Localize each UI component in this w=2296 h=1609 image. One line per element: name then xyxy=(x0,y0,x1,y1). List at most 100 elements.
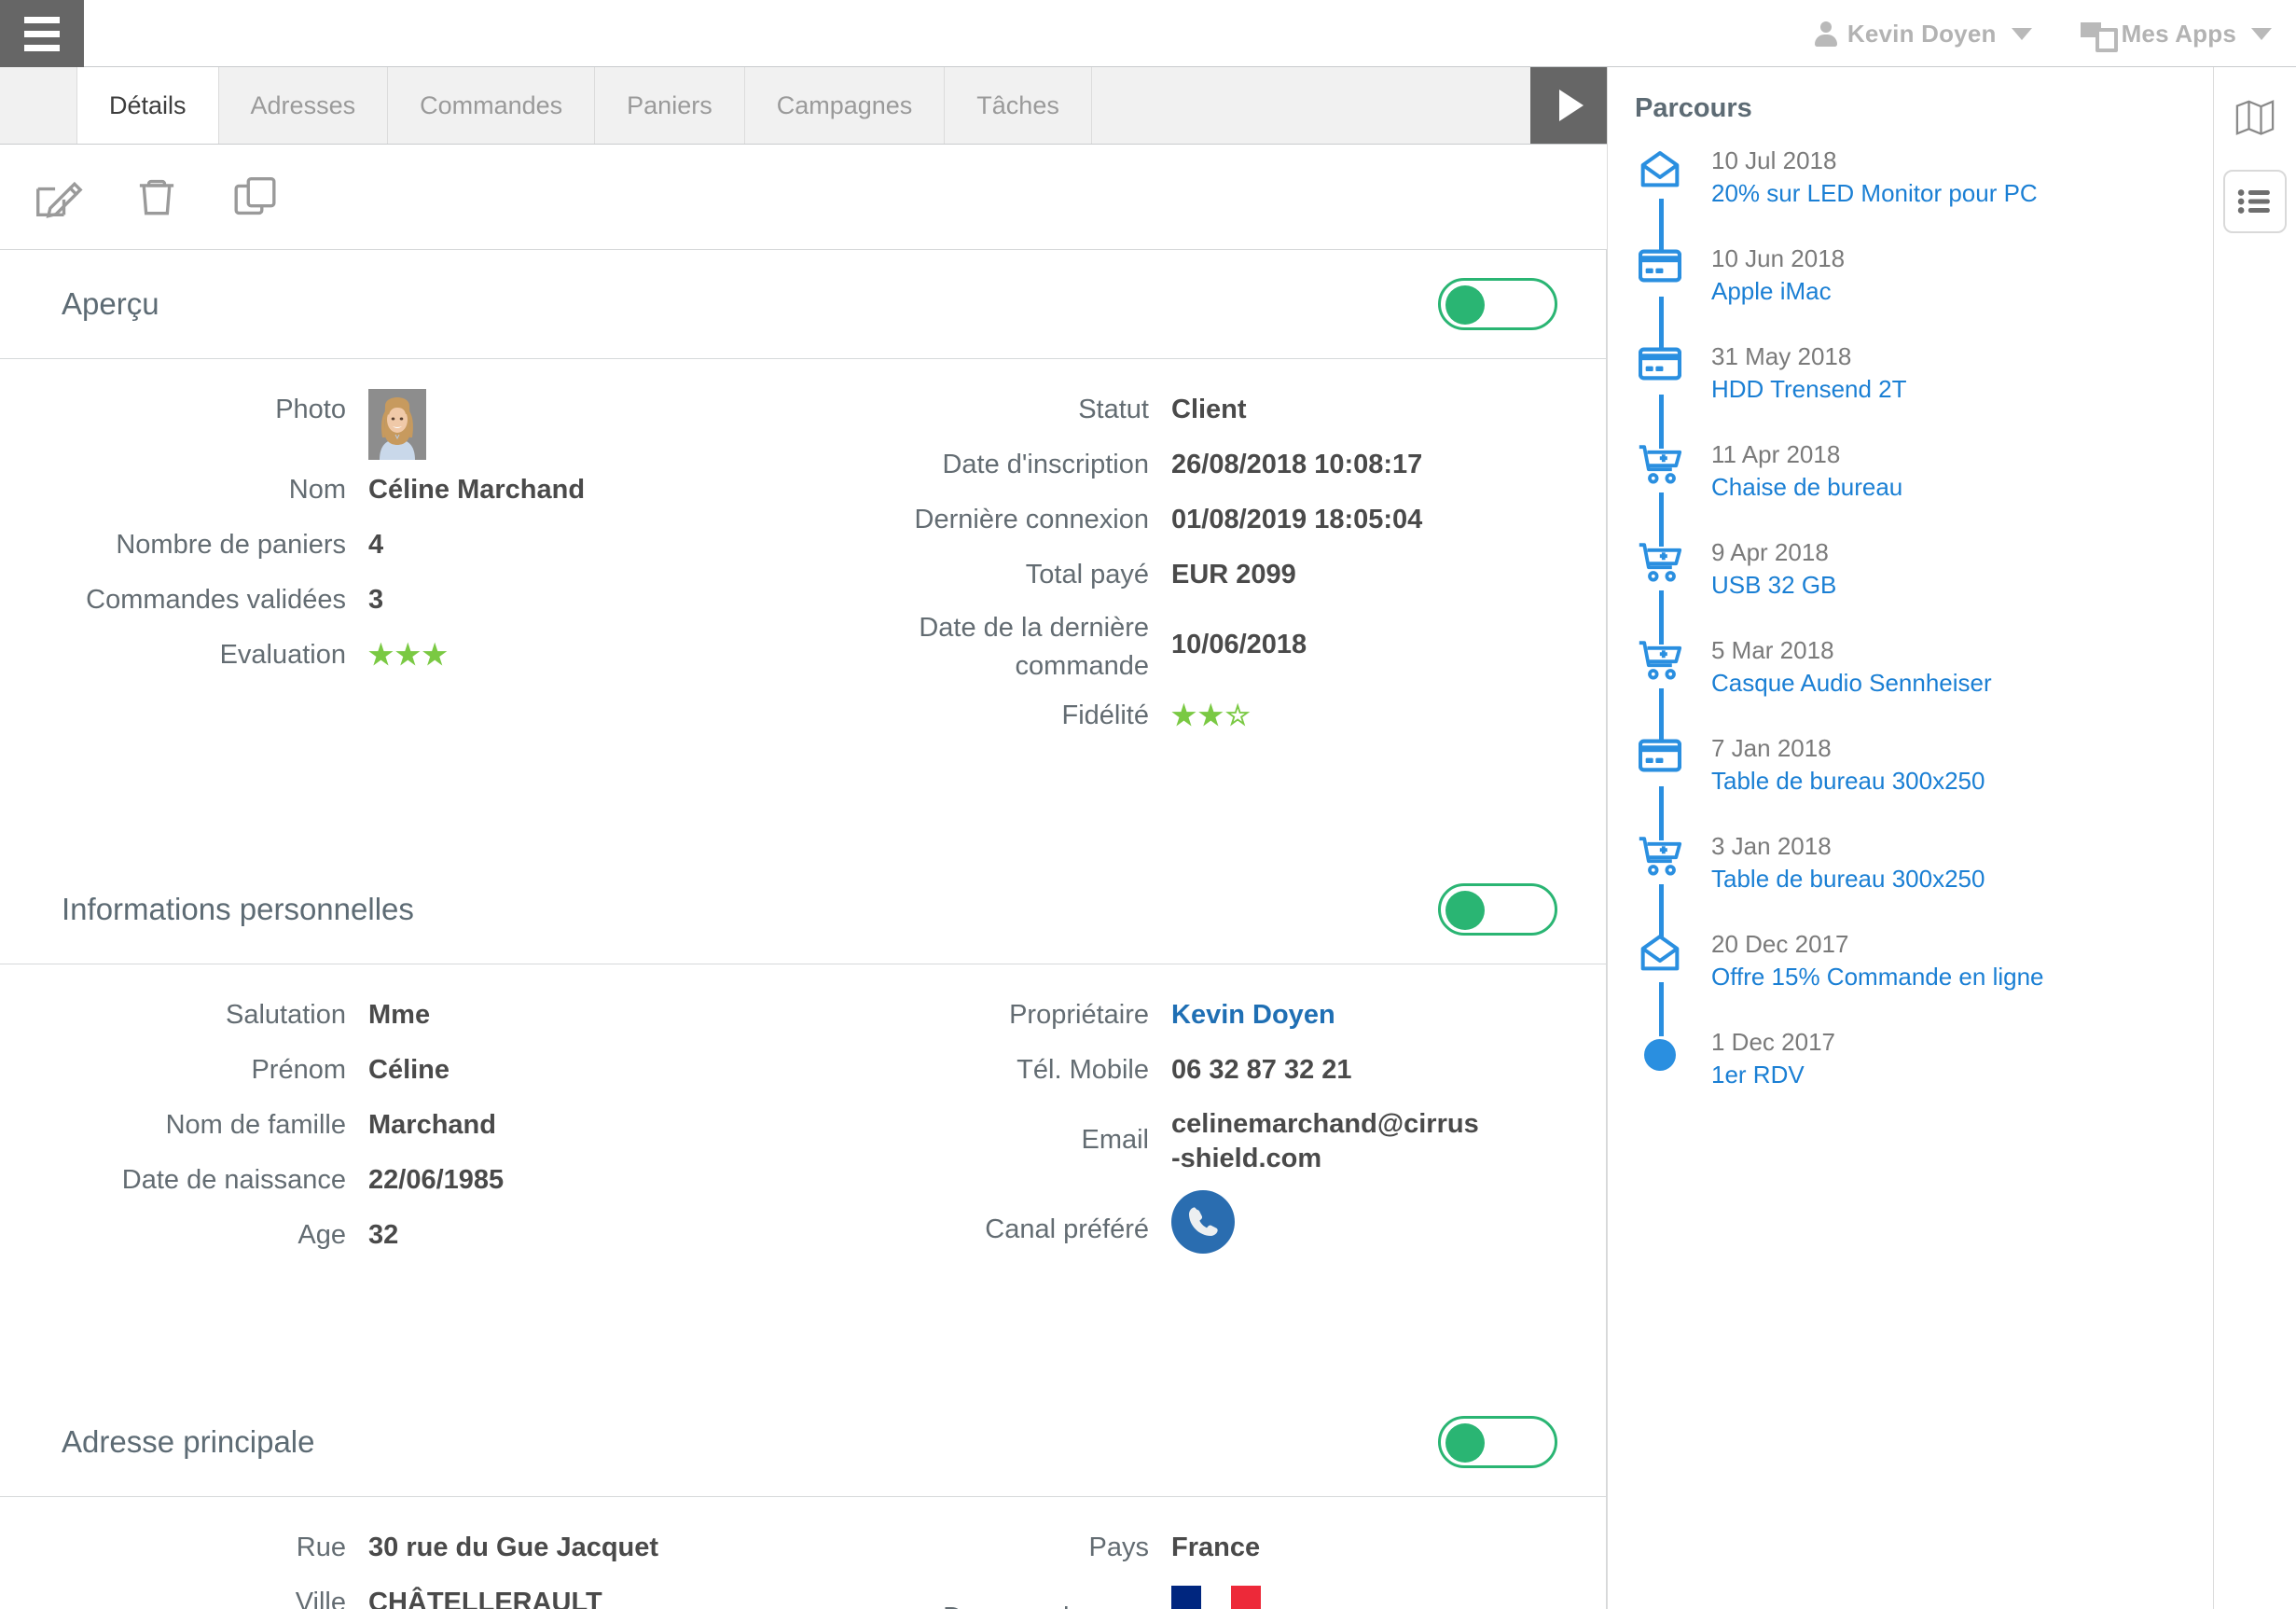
field-value: 06 32 87 32 21 xyxy=(1171,1055,1352,1085)
record-action-toolbar xyxy=(0,145,1607,250)
field-nom-de-famille: Nom de famille Marchand xyxy=(0,1101,803,1150)
detail-content: Aperçu Photo Nom Céline Marchand Nombre … xyxy=(0,250,1607,1609)
credit-card-icon xyxy=(1639,249,1681,283)
parcours-panel: Parcours 10 Jul 2018 20% sur LED Monitor … xyxy=(1607,67,2214,1609)
section-toggle-adresse-principale[interactable] xyxy=(1438,1416,1557,1468)
timeline-item-date: 3 Jan 2018 xyxy=(1711,832,1832,860)
field-value: ★★☆ xyxy=(1171,691,1606,742)
tab-adresses[interactable]: Adresses xyxy=(218,67,389,144)
timeline-item-label[interactable]: 20% sur LED Monitor pour PC xyxy=(1711,176,2213,210)
timeline-item-date: 10 Jul 2018 xyxy=(1711,146,1837,174)
timeline-item-icon xyxy=(1635,150,1685,195)
timeline-item-label[interactable]: HDD Trensend 2T xyxy=(1711,372,2213,406)
map-icon xyxy=(2235,100,2275,135)
section-toggle-apercu[interactable] xyxy=(1438,278,1557,330)
side-rail xyxy=(2214,67,2296,1609)
timeline-item[interactable]: 20 Dec 2017 Offre 15% Commande en ligne xyxy=(1635,928,2213,1036)
list-button[interactable] xyxy=(2223,170,2287,233)
field-canal-prefere: Canal préféré xyxy=(803,1185,1606,1274)
apercu-right-column: Statut Client Date d'inscription 26/08/2… xyxy=(803,359,1606,747)
timeline-item-label[interactable]: Chaise de bureau xyxy=(1711,470,2213,504)
field-label: Email xyxy=(1081,1125,1149,1155)
hamburger-menu-button[interactable] xyxy=(0,0,84,67)
field-value: Céline xyxy=(368,1055,450,1085)
timeline-item-label[interactable]: Apple iMac xyxy=(1711,274,2213,308)
field-age: Age 32 xyxy=(0,1211,803,1260)
credit-card-icon xyxy=(1639,739,1681,772)
envelope-open-icon xyxy=(1640,935,1680,971)
timeline-item-date: 11 Apr 2018 xyxy=(1711,440,1841,468)
field-value: France xyxy=(1171,1533,1261,1562)
top-bar-right: Kevin Doyen Mes Apps xyxy=(1790,0,2296,67)
timeline-item[interactable]: 10 Jun 2018 Apple iMac xyxy=(1635,243,2213,351)
tab-label: Paniers xyxy=(627,90,712,119)
field-value xyxy=(1171,1185,1606,1254)
envelope-open-icon xyxy=(1640,151,1680,187)
field-label: Salutation xyxy=(226,1000,346,1030)
user-menu[interactable]: Kevin Doyen xyxy=(1790,20,2056,49)
field-value: Mme xyxy=(368,1000,431,1030)
field-label: Evaluation xyxy=(219,640,346,670)
field-label: Nom de famille xyxy=(165,1110,346,1140)
customer-detail-page: Kevin Doyen Mes Apps Détails Adresses Co… xyxy=(0,0,2296,1609)
apps-icon xyxy=(2080,21,2118,52)
adresse-left-column: Rue 30 rue du Gue Jacquet Ville CHÂTELLE… xyxy=(0,1497,803,1609)
apps-menu[interactable]: Mes Apps xyxy=(2056,20,2296,52)
tab-paniers[interactable]: Paniers xyxy=(595,67,745,144)
chevron-down-icon xyxy=(2251,27,2272,40)
field-value: 30 rue du Gue Jacquet xyxy=(368,1533,659,1562)
timeline-item-label[interactable]: 1er RDV xyxy=(1711,1058,2213,1091)
tab-commandes[interactable]: Commandes xyxy=(388,67,596,144)
field-label: Commandes validées xyxy=(86,585,346,615)
tab-taches[interactable]: Tâches xyxy=(945,67,1092,144)
field-value: 26/08/2018 10:08:17 xyxy=(1171,450,1423,479)
timeline-item-label[interactable]: Offre 15% Commande en ligne xyxy=(1711,960,2213,993)
duplicate-button[interactable] xyxy=(220,161,291,232)
tabs-next-button[interactable] xyxy=(1530,67,1607,144)
timeline-item[interactable]: 1 Dec 2017 1er RDV xyxy=(1635,1026,2213,1124)
user-menu-label: Kevin Doyen xyxy=(1846,19,1997,48)
timeline-item-label[interactable]: Table de bureau 300x250 xyxy=(1711,764,2213,798)
infos-right-column: Propriétaire Kevin Doyen Tél. Mobile 06 … xyxy=(803,964,1606,1280)
timeline-item-date: 10 Jun 2018 xyxy=(1711,244,1846,272)
field-value: Céline Marchand xyxy=(368,475,586,505)
field-label: Propriétaire xyxy=(1009,1000,1149,1030)
play-triangle-icon xyxy=(1559,90,1584,121)
timeline-item-label[interactable]: Casque Audio Sennheiser xyxy=(1711,666,2213,700)
field-value: 32 xyxy=(368,1220,399,1250)
tab-campagnes[interactable]: Campagnes xyxy=(744,67,946,144)
hamburger-icon-bar xyxy=(24,44,60,51)
tab-label: Commandes xyxy=(420,90,563,119)
rating-stars-fidelite: ★★☆ xyxy=(1171,700,1252,731)
section-toggle-informations-personnelles[interactable] xyxy=(1438,883,1557,936)
delete-button[interactable] xyxy=(121,161,192,232)
avatar xyxy=(368,389,426,460)
timeline-item[interactable]: 10 Jul 2018 20% sur LED Monitor pour PC xyxy=(1635,145,2213,253)
timeline-item-body: 1 Dec 2017 1er RDV xyxy=(1635,1026,2213,1091)
timeline-item-label[interactable]: USB 32 GB xyxy=(1711,568,2213,602)
owner-link[interactable]: Kevin Doyen xyxy=(1171,991,1606,1040)
france-flag-icon xyxy=(1171,1586,1261,1609)
cart-plus-icon xyxy=(1639,641,1682,680)
tab-details[interactable]: Détails xyxy=(76,67,219,144)
timeline-item[interactable]: 5 Mar 2018 Casque Audio Sennheiser xyxy=(1635,634,2213,742)
timeline-item-label[interactable]: Table de bureau 300x250 xyxy=(1711,862,2213,895)
timeline-item[interactable]: 9 Apr 2018 USB 32 GB xyxy=(1635,536,2213,645)
hamburger-icon-bar xyxy=(24,16,60,23)
timeline-item-date: 7 Jan 2018 xyxy=(1711,734,1832,762)
timeline-item-icon xyxy=(1635,1032,1685,1076)
celine-marchand-photo xyxy=(368,389,426,460)
field-email: Email celinemarchand@cirrus-shield.com xyxy=(803,1101,1606,1179)
copy-icon xyxy=(234,176,276,215)
timeline-item[interactable]: 11 Apr 2018 Chaise de bureau xyxy=(1635,438,2213,547)
map-button[interactable] xyxy=(2223,86,2287,149)
field-value: 10/06/2018 xyxy=(1171,630,1307,659)
field-label: Nombre de paniers xyxy=(116,530,346,560)
timeline-item[interactable]: 7 Jan 2018 Table de bureau 300x250 xyxy=(1635,732,2213,840)
field-label: Total payé xyxy=(1025,560,1149,590)
timeline-item[interactable]: 31 May 2018 HDD Trensend 2T xyxy=(1635,340,2213,449)
edit-button[interactable] xyxy=(22,161,93,232)
tab-strip-gutter xyxy=(0,67,76,144)
timeline-item[interactable]: 3 Jan 2018 Table de bureau 300x250 xyxy=(1635,830,2213,938)
field-value xyxy=(1171,1578,1606,1609)
